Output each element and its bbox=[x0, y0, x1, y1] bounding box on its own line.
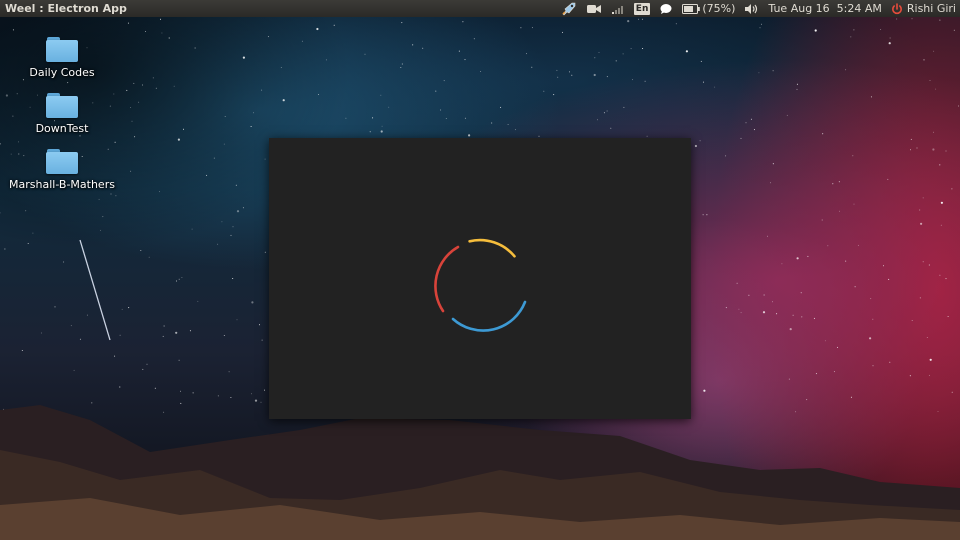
desktop-folder-marshall-b-mathers[interactable]: Marshall-B-Mathers bbox=[7, 149, 117, 191]
desktop-screen: Weel : Electron App En (75%) Tue Aug 16 … bbox=[0, 0, 960, 540]
chat-bubble-icon[interactable] bbox=[659, 0, 673, 17]
signal-icon[interactable] bbox=[611, 0, 625, 17]
battery-indicator[interactable]: (75%) bbox=[682, 0, 735, 17]
folder-icon bbox=[46, 37, 78, 62]
session-menu[interactable]: Rishi Giri bbox=[891, 0, 956, 17]
desktop-folder-daily-codes[interactable]: Daily Codes bbox=[7, 37, 117, 79]
user-name: Rishi Giri bbox=[906, 2, 956, 15]
spinner-arc-yellow bbox=[468, 238, 516, 258]
desktop-folder-downtest[interactable]: DownTest bbox=[7, 93, 117, 135]
speaker-icon[interactable] bbox=[744, 0, 759, 17]
top-panel: Weel : Electron App En (75%) Tue Aug 16 … bbox=[0, 0, 960, 17]
spinner-arc-red bbox=[434, 245, 460, 313]
camera-icon[interactable] bbox=[586, 0, 602, 17]
rocket-icon[interactable] bbox=[561, 0, 577, 17]
electron-app-window[interactable] bbox=[269, 138, 691, 419]
folder-icon bbox=[46, 149, 78, 174]
spinner-arc-blue bbox=[451, 300, 527, 332]
desktop-icon-label: Daily Codes bbox=[29, 66, 95, 79]
language-badge: En bbox=[633, 2, 651, 15]
app-title[interactable]: Weel : Electron App bbox=[5, 0, 127, 17]
desktop-icon-label: Marshall-B-Mathers bbox=[9, 178, 115, 191]
power-icon bbox=[891, 2, 902, 14]
datetime-indicator[interactable]: Tue Aug 16 5:24 AM bbox=[768, 0, 881, 17]
folder-icon bbox=[46, 93, 78, 118]
indicator-area: En (75%) Tue Aug 16 5:24 AM Rishi Giri bbox=[552, 0, 956, 17]
language-indicator[interactable]: En bbox=[633, 0, 651, 17]
loading-spinner-icon bbox=[434, 238, 527, 332]
battery-percent: (75%) bbox=[702, 2, 736, 15]
desktop-icon-label: DownTest bbox=[35, 122, 89, 135]
battery-icon bbox=[682, 3, 701, 14]
